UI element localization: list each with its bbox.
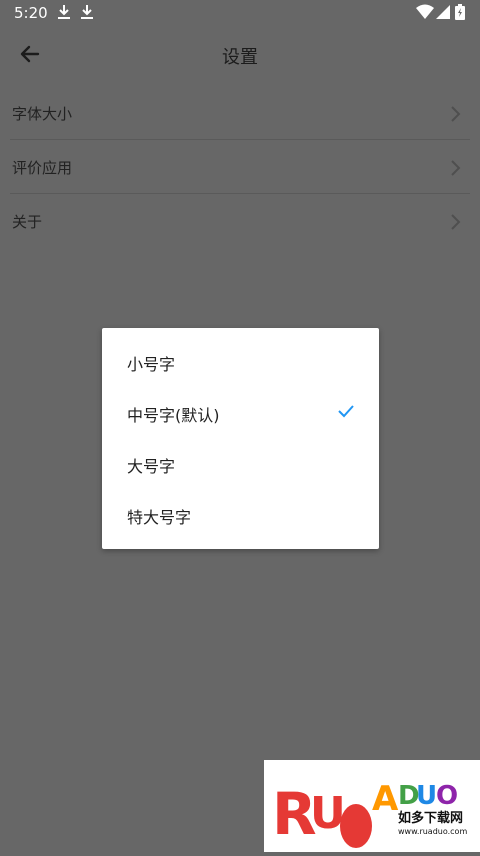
- ruanduo-logo: R U A D U O 如多下载网 www.ruaduo.com: [272, 779, 467, 848]
- signal-icon: [436, 5, 450, 19]
- chevron-right-icon: [451, 214, 461, 230]
- checkmark-icon: [338, 405, 354, 418]
- svg-text:如多下载网: 如多下载网: [398, 810, 463, 826]
- watermark-logo: R U A D U O 如多下载网 www.ruaduo.com: [264, 760, 480, 852]
- settings-item-label: 评价应用: [12, 159, 73, 177]
- status-time: 5:20: [14, 4, 48, 22]
- svg-text:U: U: [310, 788, 346, 839]
- battery-charging-icon: [455, 4, 465, 20]
- chevron-right-icon: [451, 160, 461, 176]
- font-size-option-small[interactable]: 小号字: [102, 336, 379, 387]
- page-title: 设置: [222, 47, 258, 68]
- settings-item-about[interactable]: 关于: [0, 194, 480, 248]
- download-icon: [81, 5, 93, 19]
- wifi-icon: [416, 4, 434, 19]
- font-size-option-large[interactable]: 大号字: [102, 438, 379, 489]
- status-bar: 5:20: [0, 0, 480, 26]
- font-size-option-medium[interactable]: 中号字(默认): [102, 387, 379, 438]
- svg-text:O: O: [436, 781, 458, 811]
- settings-item-rate-app[interactable]: 评价应用: [0, 140, 480, 194]
- option-label: 中号字(默认): [127, 406, 220, 425]
- option-label: 大号字: [127, 457, 176, 476]
- svg-text:U: U: [416, 781, 437, 811]
- svg-text:www.ruaduo.com: www.ruaduo.com: [398, 827, 467, 836]
- chevron-right-icon: [451, 106, 461, 122]
- settings-item-label: 关于: [12, 213, 43, 231]
- download-icon: [58, 5, 70, 19]
- app-bar: 设置: [0, 26, 480, 84]
- settings-item-font-size[interactable]: 字体大小: [0, 86, 480, 140]
- option-label: 小号字: [127, 355, 176, 374]
- font-size-option-extra-large[interactable]: 特大号字: [102, 489, 379, 540]
- font-size-dialog: 小号字 中号字(默认) 大号字 特大号字: [102, 328, 379, 549]
- svg-text:A: A: [372, 779, 399, 819]
- option-label: 特大号字: [127, 508, 192, 527]
- settings-item-label: 字体大小: [12, 105, 73, 123]
